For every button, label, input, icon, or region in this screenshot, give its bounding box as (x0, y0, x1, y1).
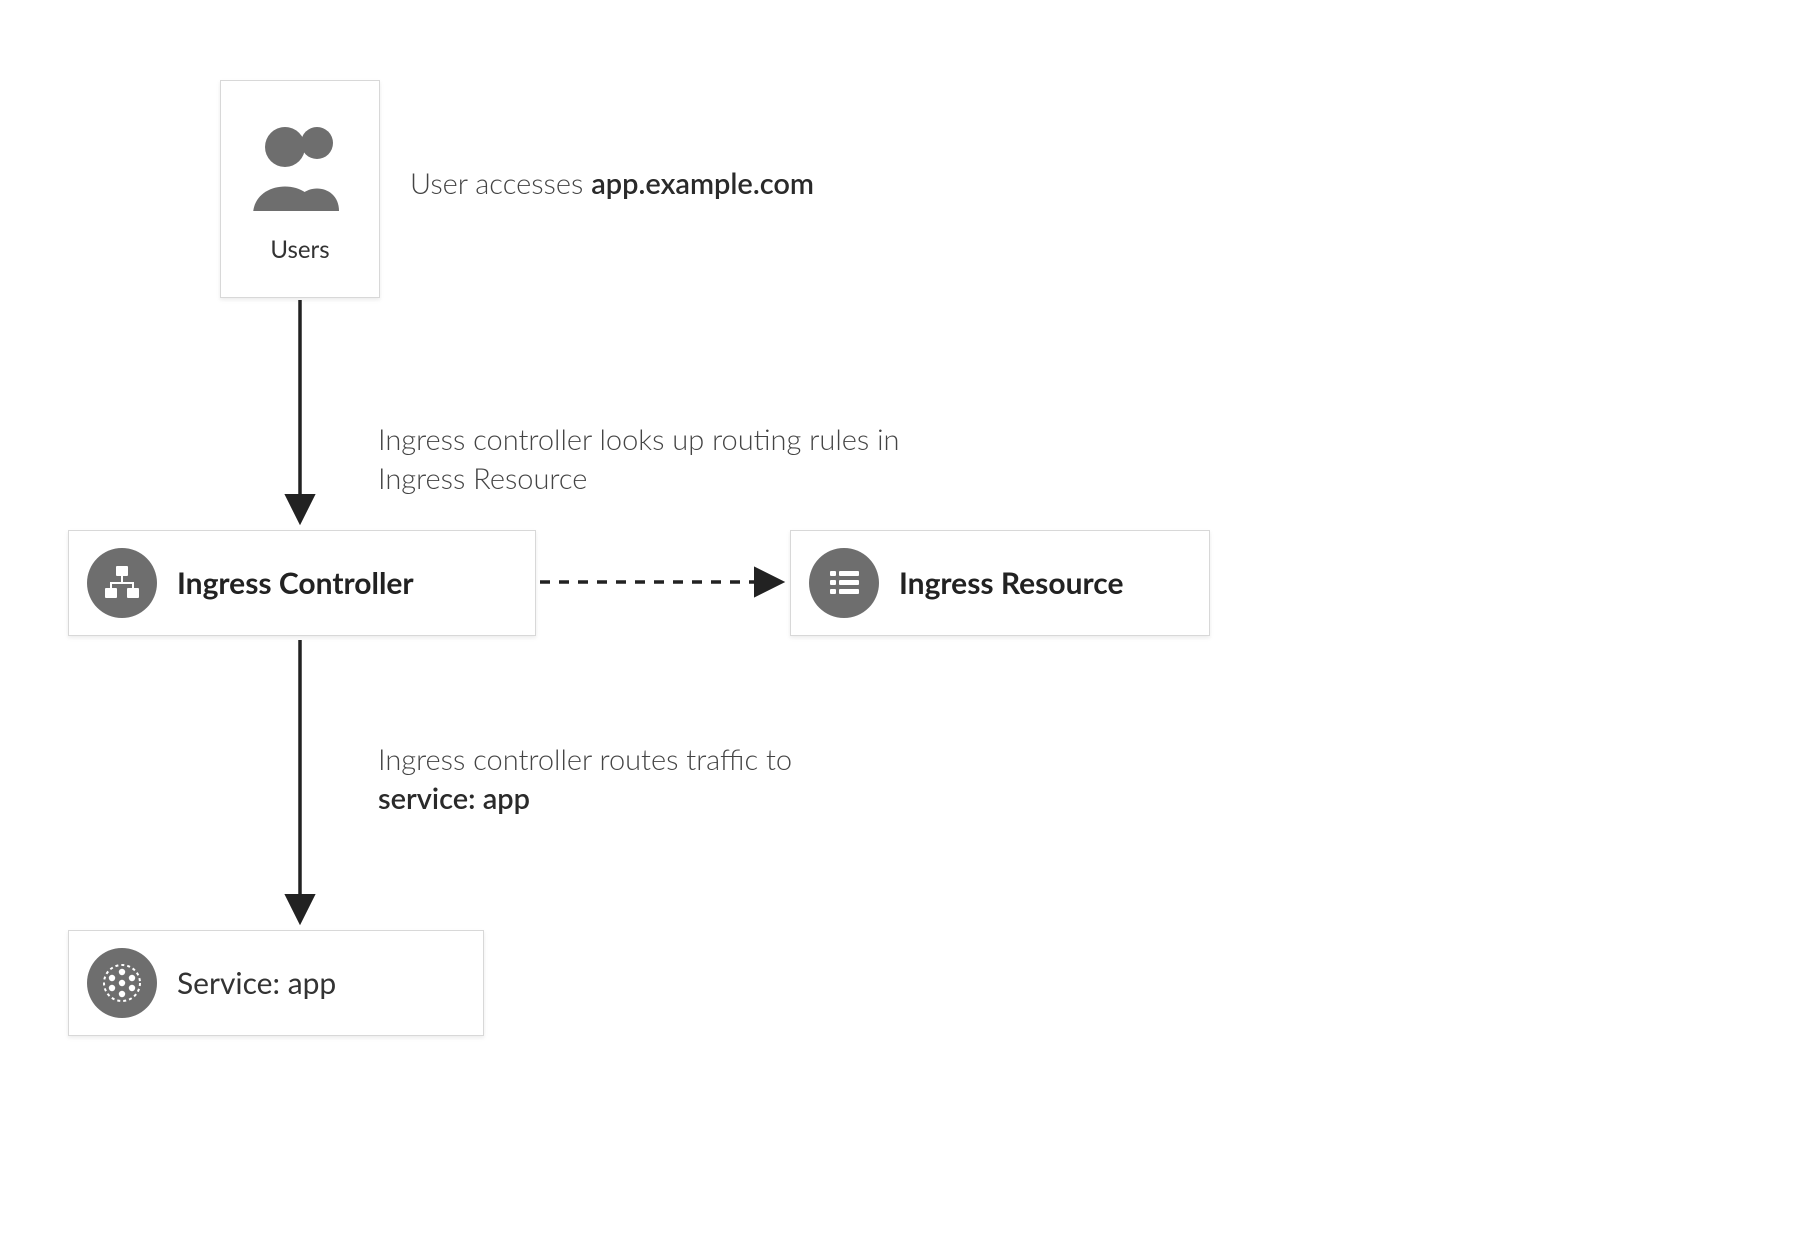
annotation-access-prefix: User accesses (410, 166, 591, 201)
ingress-resource-label: Ingress Resource (899, 565, 1123, 601)
service-label-value: app (288, 965, 337, 1001)
ingress-controller-node: Ingress Controller (68, 530, 536, 636)
service-label-prefix: Service: (177, 965, 288, 1001)
annotation-access-host: app.example.com (591, 166, 814, 201)
list-icon (809, 548, 879, 618)
annotation-lookup-text: Ingress controller looks up routing rule… (378, 422, 899, 496)
users-icon (245, 121, 355, 215)
ingress-resource-node: Ingress Resource (790, 530, 1210, 636)
annotation-route-prefix: Ingress controller routes traffic to (378, 742, 792, 777)
service-node: Service: app (68, 930, 484, 1036)
annotation-lookup: Ingress controller looks up routing rule… (378, 420, 918, 498)
annotation-route: Ingress controller routes traffic to ser… (378, 740, 938, 818)
annotation-route-target: service: app (378, 781, 530, 816)
network-icon (87, 548, 157, 618)
users-node: Users (220, 80, 380, 298)
service-icon (87, 948, 157, 1018)
ingress-controller-label: Ingress Controller (177, 565, 414, 601)
annotation-access: User accesses app.example.com (410, 164, 1010, 203)
users-label: Users (270, 235, 329, 264)
